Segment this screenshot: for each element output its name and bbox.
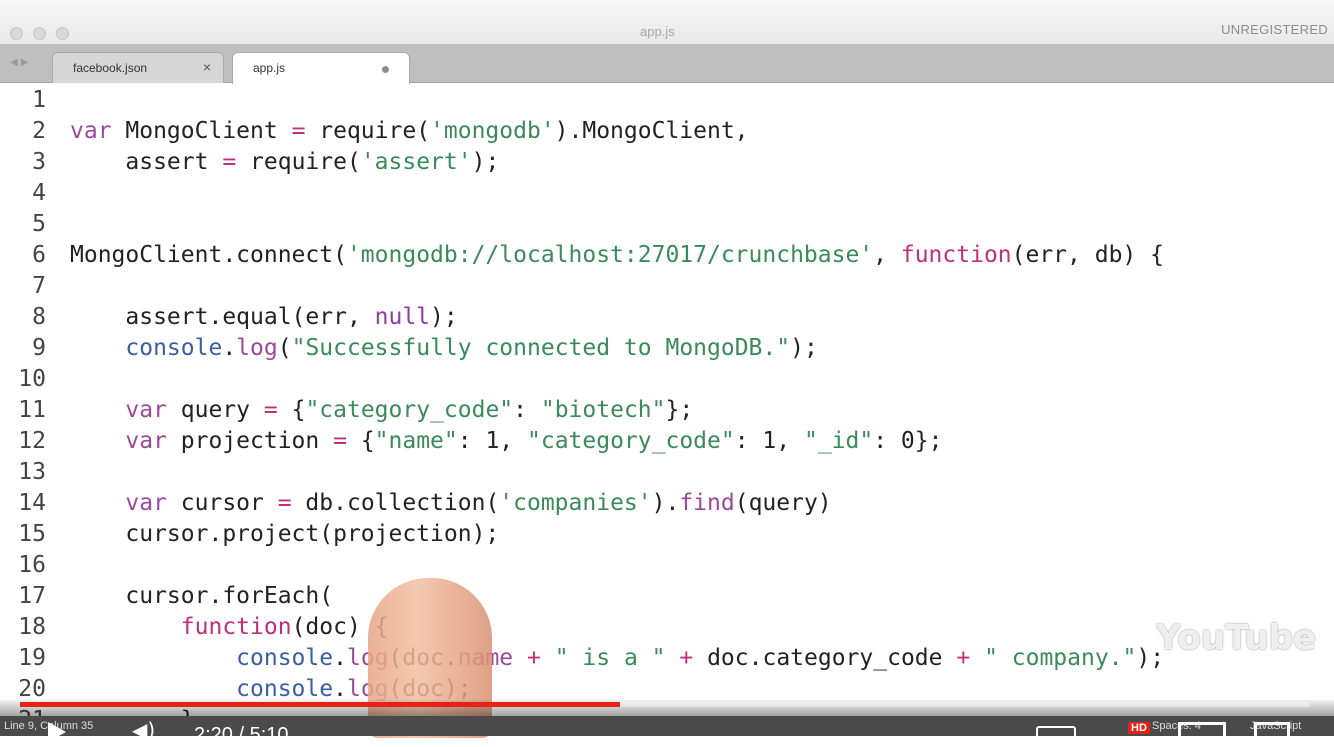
captions-icon[interactable] [1036,726,1076,742]
window-controls [10,27,69,40]
code-line[interactable]: 10 [0,364,46,395]
line-number: 12 [18,428,46,454]
tab-facebook-json[interactable]: facebook.json × [52,52,224,83]
close-window-button[interactable] [10,27,23,40]
line-number: 18 [18,614,46,640]
line-number: 9 [32,335,46,361]
code-text[interactable]: function(doc) { [70,612,389,643]
tab-app-js[interactable]: app.js [232,52,410,84]
youtube-logo: YouTube [1156,618,1317,658]
line-number: 15 [18,521,46,547]
zoom-window-button[interactable] [56,27,69,40]
progress-bar[interactable] [20,702,620,707]
line-number: 13 [18,459,46,485]
volume-icon[interactable]: ◀) [132,718,155,742]
line-number: 2 [32,118,46,144]
registration-label: UNREGISTERED [1221,22,1328,37]
code-line[interactable]: 18 function(doc) { [0,612,388,643]
line-number: 19 [18,645,46,671]
code-line[interactable]: 5 [0,209,46,240]
line-number: 7 [32,273,46,299]
code-line[interactable]: 6 MongoClient.connect('mongodb://localhos… [0,240,1164,271]
line-number: 8 [32,304,46,330]
code-text[interactable]: cursor.project(projection); [70,519,499,550]
code-line[interactable]: 14 var cursor = db.collection('companies… [0,488,831,519]
code-text[interactable]: console.log("Successfully connected to M… [70,333,817,364]
code-line[interactable]: 13 [0,457,46,488]
code-text[interactable]: assert = require('assert'); [70,147,499,178]
unsaved-dot-icon[interactable] [382,66,389,73]
window-title: app.js [640,24,675,39]
line-number: 1 [32,87,46,113]
minimize-window-button[interactable] [33,27,46,40]
code-text[interactable]: var query = {"category_code": "biotech"}… [70,395,693,426]
line-number: 17 [18,583,46,609]
line-number: 5 [32,211,46,237]
line-number: 4 [32,180,46,206]
tab-bar: ◀ ▶ facebook.json × app.js [0,44,1334,84]
code-text[interactable]: assert.equal(err, null); [70,302,457,333]
line-number: 11 [18,397,46,423]
line-number: 6 [32,242,46,268]
line-number: 16 [18,552,46,578]
code-line[interactable]: 2 var MongoClient = require('mongodb').Mo… [0,116,748,147]
line-number: 3 [32,149,46,175]
line-number: 14 [18,490,46,516]
tab-nav-arrows-icon[interactable]: ◀ ▶ [10,57,29,68]
hd-badge: HD [1128,722,1150,734]
code-line[interactable]: 3 assert = require('assert'); [0,147,499,178]
theater-mode-icon[interactable] [1178,722,1226,742]
code-line[interactable]: 1 [0,85,46,116]
code-editor[interactable]: 1 2 var MongoClient = require('mongodb').M… [0,84,1334,733]
code-line[interactable]: 15 cursor.project(projection); [0,519,499,550]
code-text[interactable]: cursor.forEach( [70,581,333,612]
code-text[interactable]: var MongoClient = require('mongodb').Mon… [70,116,749,147]
code-line[interactable]: 7 [0,271,46,302]
title-bar: app.js UNREGISTERED [0,0,1334,44]
code-text[interactable]: console.log(doc.name + " is a " + doc.ca… [70,643,1164,674]
tab-label: app.js [253,61,286,75]
close-icon[interactable]: × [203,59,211,75]
code-line[interactable]: 8 assert.equal(err, null); [0,302,458,333]
play-icon[interactable] [48,722,66,742]
line-number: 10 [18,366,46,392]
tab-label: facebook.json [73,61,148,75]
code-line[interactable]: 17 cursor.forEach( [0,581,333,612]
code-text[interactable]: var projection = {"name": 1, "category_c… [70,426,942,457]
code-line[interactable]: 19 console.log(doc.name + " is a " + doc… [0,643,1164,674]
fullscreen-icon[interactable] [1254,722,1290,739]
code-line[interactable]: 4 [0,178,46,209]
code-line[interactable]: 11 var query = {"category_code": "biotec… [0,395,693,426]
code-text[interactable]: MongoClient.connect('mongodb://localhost… [70,240,1164,271]
code-text[interactable]: var cursor = db.collection('companies').… [70,488,831,519]
code-line[interactable]: 16 [0,550,46,581]
code-line[interactable]: 12 var projection = {"name": 1, "categor… [0,426,942,457]
code-line[interactable]: 9 console.log("Successfully connected to… [0,333,818,364]
